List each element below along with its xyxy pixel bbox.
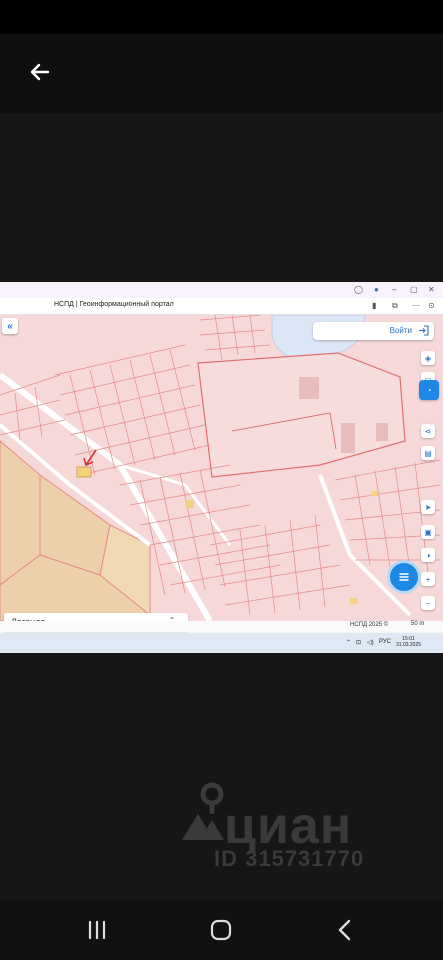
watermark: циан ID 315731770 [178, 778, 418, 878]
profile-small-icon[interactable]: ⊙ [428, 301, 435, 311]
os-taskbar: ⌃ ⊡ ◁) РУС 15:01 31.03.2025 [0, 633, 443, 653]
browser-tabbar: НСПД | Геоинформационный портал ▮ ⧉ ⋯ ⊙ [0, 298, 443, 315]
volume-icon[interactable]: ◁) [367, 639, 374, 646]
top-app-bar [0, 34, 443, 113]
login-label: Войти [389, 326, 412, 335]
pano-icon[interactable]: ◔ [419, 380, 439, 400]
recents-button[interactable] [84, 917, 110, 943]
profile-icon: ● [374, 285, 379, 294]
back-button[interactable] [22, 54, 58, 90]
watermark-id: ID 315731770 [214, 846, 365, 871]
satellite-icon[interactable]: ◑ [421, 548, 435, 562]
login-icon [419, 325, 429, 336]
close-icon[interactable]: ✕ [428, 285, 435, 295]
extension-icon: ◯ [354, 285, 363, 294]
share-link-icon[interactable]: ⋖ [421, 424, 435, 438]
minimize-icon[interactable]: – [392, 285, 396, 295]
arrow-left-icon [30, 63, 50, 81]
share-icon[interactable]: ⧉ [392, 301, 398, 311]
bookmark-icon[interactable]: ▮ [372, 301, 376, 311]
cian-logo-icon [182, 782, 224, 840]
navigate-icon[interactable]: ➤ [421, 500, 435, 514]
system-nav-bar [0, 900, 443, 960]
layers-stack-icon[interactable]: ◈ [421, 351, 435, 365]
home-button[interactable] [208, 917, 234, 943]
clock-date: 31.03.2025 [396, 642, 422, 648]
list-icon [399, 573, 409, 581]
back-nav-button[interactable] [332, 917, 358, 943]
browser-titlebar: ◯ ● – ▢ ✕ [0, 282, 443, 299]
scale-label: 50 m [411, 621, 425, 627]
listing-photo[interactable]: ◯ ● – ▢ ✕ НСПД | Геоинформационный порта… [0, 282, 443, 653]
tab-title[interactable]: НСПД | Геоинформационный портал [54, 301, 174, 308]
menu-dots-icon[interactable]: ⋯ [412, 301, 420, 311]
zoom-out-icon[interactable]: − [421, 596, 435, 610]
print-icon[interactable]: ▤ [421, 446, 435, 460]
picture-in-picture-icon[interactable]: ▣ [421, 525, 435, 539]
map-menu-button[interactable] [387, 560, 421, 594]
recents-icon [88, 920, 106, 940]
tray-clock[interactable]: 15:01 31.03.2025 [396, 636, 421, 648]
lang-indicator[interactable]: РУС [379, 639, 391, 645]
cadastral-map[interactable] [0, 315, 443, 621]
copyright-text: НСПД 2025 © [350, 622, 389, 628]
zoom-in-icon[interactable]: + [421, 572, 435, 586]
maximize-icon[interactable]: ▢ [410, 285, 418, 295]
chevron-up-icon[interactable]: ⌃ [346, 639, 351, 646]
map-footer: НСПД 2025 © 50 m [0, 621, 443, 632]
login-button[interactable]: Войти [313, 322, 434, 340]
chevron-left-icon [338, 919, 351, 941]
status-bar [0, 0, 443, 34]
collapse-panel-button[interactable]: « [2, 318, 18, 334]
home-icon [210, 919, 232, 941]
network-icon[interactable]: ⊡ [356, 639, 361, 646]
